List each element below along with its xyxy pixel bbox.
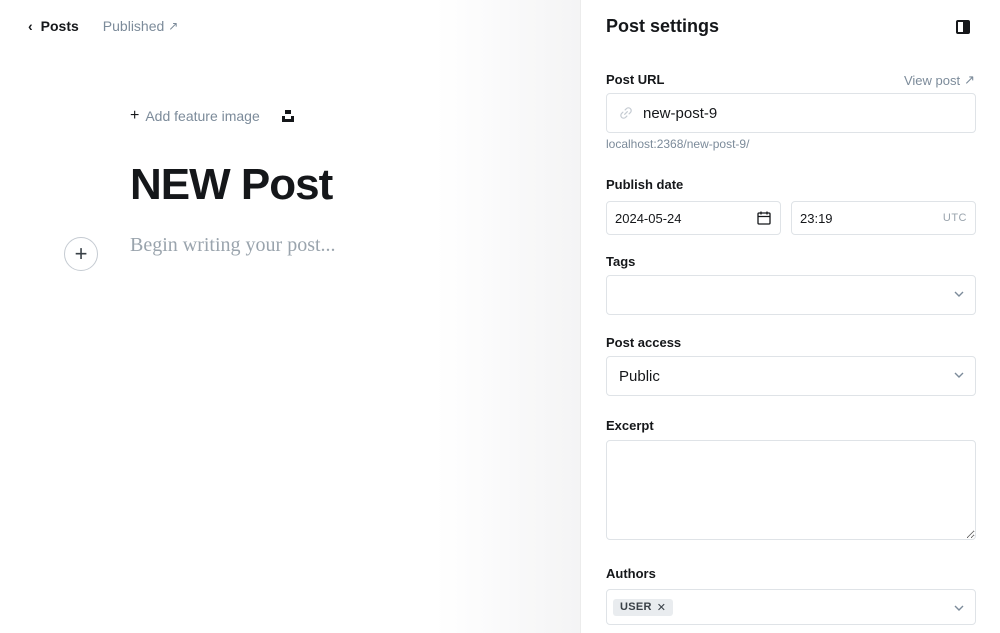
author-token-label: USER	[620, 601, 652, 613]
post-url-field	[606, 93, 976, 133]
post-body-editor[interactable]: Begin writing your post...	[130, 234, 336, 257]
chevron-down-icon	[954, 605, 964, 611]
close-icon[interactable]: ✕	[657, 601, 667, 614]
tags-select[interactable]	[606, 275, 976, 315]
unsplash-icon[interactable]	[280, 108, 296, 124]
post-access-label: Post access	[606, 335, 682, 350]
date-field	[606, 201, 781, 235]
tags-label: Tags	[606, 254, 636, 269]
post-access-select[interactable]: Public	[606, 356, 976, 396]
author-token: USER ✕	[613, 598, 674, 616]
view-post-link[interactable]: View post ↗	[904, 72, 975, 88]
post-status-link[interactable]: Published ↗	[103, 18, 179, 34]
authors-label: Authors	[606, 566, 656, 581]
post-url-label: Post URL	[606, 72, 665, 87]
timezone-label: UTC	[942, 212, 967, 224]
excerpt-textarea[interactable]	[606, 440, 976, 540]
add-card-button[interactable]: +	[64, 237, 98, 271]
back-link-label: Posts	[40, 18, 79, 34]
calendar-icon[interactable]	[756, 210, 772, 226]
post-title[interactable]: NEW Post	[130, 160, 333, 210]
plus-icon: +	[74, 241, 88, 266]
arrow-up-right-icon: ↗	[168, 19, 179, 33]
chevron-down-icon	[954, 291, 964, 297]
post-settings-panel: Post settings Post URL View post ↗ local…	[580, 0, 1000, 633]
publish-date-row: UTC	[606, 201, 976, 235]
panel-title: Post settings	[606, 16, 720, 36]
add-feature-image-button[interactable]: + Add feature image	[130, 107, 260, 125]
link-icon	[620, 107, 632, 119]
sidebar-toggle-icon[interactable]	[956, 20, 970, 34]
feature-image-row: + Add feature image	[130, 108, 296, 124]
chevron-down-icon	[954, 372, 964, 378]
date-input[interactable]	[607, 210, 733, 226]
publish-date-label: Publish date	[606, 177, 684, 192]
post-access-value: Public	[619, 367, 660, 385]
post-url-hint: localhost:2368/new-post-9/	[606, 137, 750, 151]
editor-area: ‹ Posts Published ↗ + Add feature image …	[0, 0, 580, 633]
excerpt-label: Excerpt	[606, 418, 654, 433]
view-post-label: View post	[903, 72, 961, 88]
back-to-posts-link[interactable]: ‹ Posts	[28, 18, 79, 34]
plus-icon: +	[130, 107, 140, 124]
add-feature-image-label: Add feature image	[145, 108, 260, 124]
time-input[interactable]	[792, 210, 908, 226]
chevron-left-icon: ‹	[28, 18, 33, 34]
authors-select[interactable]: USER ✕	[606, 589, 976, 625]
editor-app: ‹ Posts Published ↗ + Add feature image …	[0, 0, 1000, 633]
arrow-up-right-icon: ↗	[964, 72, 975, 87]
post-status-label: Published	[102, 18, 165, 34]
editor-topbar: ‹ Posts Published ↗	[28, 18, 178, 34]
post-url-input[interactable]	[643, 104, 943, 122]
time-field: UTC	[791, 201, 976, 235]
